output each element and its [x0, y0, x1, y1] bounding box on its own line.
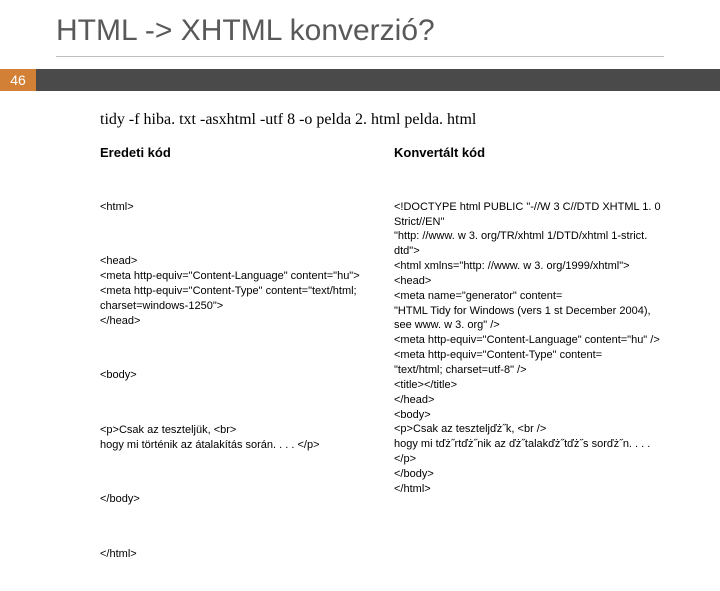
original-code: <html> <head> <meta http-equiv="Content-… [100, 170, 370, 591]
code-block: <p>Csak az teszteljük, <br> hogy mi tört… [100, 423, 370, 453]
converted-code: <!DOCTYPE html PUBLIC "-//W 3 C//DTD XHT… [394, 170, 664, 526]
slide-number-bar [36, 69, 720, 91]
converted-heading: Konvertált kód [394, 145, 664, 160]
original-heading: Eredeti kód [100, 145, 370, 160]
command-line: tidy -f hiba. txt -asxhtml -utf 8 -o pel… [100, 111, 720, 129]
code-columns: Eredeti kód <html> <head> <meta http-equ… [0, 145, 720, 591]
title-underline [56, 56, 664, 57]
code-block: <body> [100, 368, 370, 383]
slide-title: HTML -> XHTML konverzió? [56, 14, 720, 48]
code-block: </body> [100, 492, 370, 507]
code-block: </html> [100, 547, 370, 562]
code-block: <html> [100, 200, 370, 215]
slide-number-row: 46 [0, 69, 720, 91]
slide: HTML -> XHTML konverzió? 46 tidy -f hiba… [0, 0, 720, 540]
original-column: Eredeti kód <html> <head> <meta http-equ… [100, 145, 370, 591]
code-block: <head> <meta http-equiv="Content-Languag… [100, 254, 370, 328]
slide-number-badge: 46 [0, 69, 36, 91]
code-block: <!DOCTYPE html PUBLIC "-//W 3 C//DTD XHT… [394, 200, 664, 497]
converted-column: Konvertált kód <!DOCTYPE html PUBLIC "-/… [394, 145, 664, 591]
title-region: HTML -> XHTML konverzió? [0, 0, 720, 54]
